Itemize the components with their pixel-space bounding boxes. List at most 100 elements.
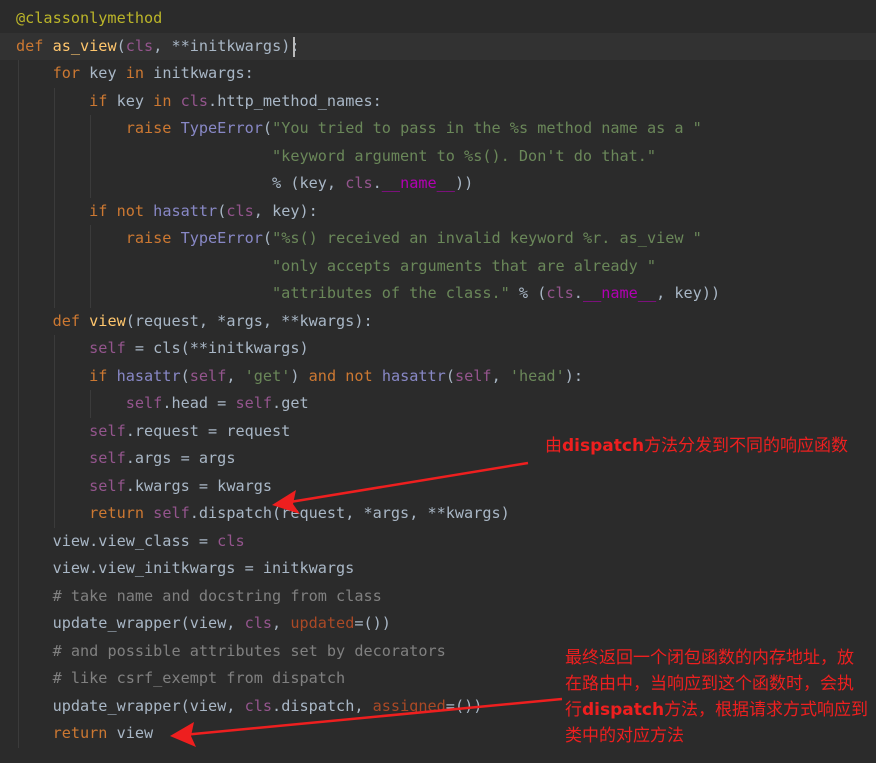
- code-token: .get: [272, 394, 309, 412]
- code-token: cls: [546, 284, 574, 302]
- code-line-text: "attributes of the class." % (cls.__name…: [16, 280, 720, 307]
- code-token: cls: [345, 174, 373, 192]
- code-token: TypeError: [180, 119, 263, 137]
- code-token: ,: [226, 366, 245, 385]
- code-token: ,: [153, 36, 172, 55]
- code-token: 'head': [509, 366, 565, 385]
- code-line[interactable]: self = cls(**initkwargs): [0, 335, 876, 362]
- code-token: (: [262, 119, 273, 137]
- code-token: self: [89, 449, 126, 467]
- code-line-text: # like csrf_exempt from dispatch: [16, 665, 346, 692]
- indent-guide: [90, 390, 91, 418]
- code-line-text: if hasattr(self, 'get') and not hasattr(…: [16, 363, 583, 390]
- indent-guide: [90, 225, 91, 308]
- code-token: (: [116, 36, 126, 55]
- code-line-text: self = cls(**initkwargs): [16, 335, 308, 362]
- code-line[interactable]: # take name and docstring from class: [0, 583, 876, 610]
- code-token: def: [52, 311, 90, 330]
- code-line[interactable]: if hasattr(self, 'get') and not hasattr(…: [0, 363, 876, 390]
- indent-guide: [54, 335, 55, 528]
- code-line[interactable]: "attributes of the class." % (cls.__name…: [0, 280, 876, 307]
- dispatch-note-keyword: dispatch: [562, 436, 645, 456]
- code-token: # and possible attributes set by decorat…: [52, 641, 446, 660]
- code-token: view.view_class =: [52, 531, 218, 550]
- code-line[interactable]: self.kwargs = kwargs: [0, 473, 876, 500]
- code-token: cls: [217, 531, 245, 550]
- code-line[interactable]: raise TypeError("%s() received an invali…: [0, 225, 876, 252]
- code-token: update_wrapper(view,: [52, 614, 245, 632]
- code-line-text: # take name and docstring from class: [16, 583, 382, 610]
- code-token: .kwargs = kwargs: [125, 476, 273, 495]
- code-token: initkwargs:: [153, 64, 254, 82]
- code-line[interactable]: for key in initkwargs:: [0, 60, 876, 87]
- code-token: if: [89, 366, 117, 385]
- code-line-text: "only accepts arguments that are already…: [16, 253, 656, 280]
- code-token: view: [89, 311, 126, 330]
- code-token: .dispatch,: [272, 696, 373, 715]
- code-line[interactable]: if key in cls.http_method_names:: [0, 88, 876, 115]
- dispatch-annotation: 由dispatch方法分发到不同的响应函数: [545, 433, 865, 459]
- code-token: as_view: [52, 36, 117, 55]
- code-token: ,: [272, 614, 291, 632]
- code-token: hasattr: [116, 366, 181, 385]
- code-token: initkwargs):: [189, 36, 300, 55]
- code-token: (: [180, 366, 190, 385]
- code-line[interactable]: view.view_initkwargs = initkwargs: [0, 555, 876, 582]
- code-token: self: [454, 366, 492, 385]
- code-line-text: def view(request, *args, **kwargs):: [16, 308, 373, 335]
- code-token: hasattr: [153, 201, 218, 220]
- code-line-text: raise TypeError("You tried to pass in th…: [16, 115, 702, 142]
- code-line[interactable]: def as_view(cls, **initkwargs):: [0, 32, 876, 60]
- code-line[interactable]: "only accepts arguments that are already…: [0, 253, 876, 280]
- code-token: (: [445, 366, 455, 385]
- code-line[interactable]: self.head = self.get: [0, 390, 876, 417]
- code-line[interactable]: % (key, cls.__name__)): [0, 170, 876, 197]
- code-token: , key):: [253, 201, 318, 220]
- code-line[interactable]: view.view_class = cls: [0, 528, 876, 555]
- code-token: (: [217, 201, 227, 220]
- code-line-text: self.head = self.get: [16, 390, 309, 417]
- code-line[interactable]: def view(request, *args, **kwargs):: [0, 308, 876, 335]
- code-token: self: [153, 504, 190, 522]
- code-line[interactable]: raise TypeError("You tried to pass in th…: [0, 115, 876, 142]
- code-line-text: if key in cls.http_method_names:: [16, 88, 382, 115]
- code-line[interactable]: @classonlymethod: [0, 5, 876, 32]
- code-token: self: [125, 394, 163, 412]
- code-token: cls: [244, 696, 273, 715]
- code-line-text: raise TypeError("%s() received an invali…: [16, 225, 702, 252]
- code-token: **: [171, 36, 190, 55]
- code-token: self: [89, 476, 126, 495]
- indent-guide: [54, 87, 55, 308]
- code-line-text: update_wrapper(view, cls.dispatch, assig…: [16, 693, 483, 720]
- code-token: assigned: [372, 696, 446, 715]
- code-line[interactable]: return self.dispatch(request, *args, **k…: [0, 500, 876, 527]
- dispatch-note-post: 方法分发到不同的响应函数: [644, 436, 849, 456]
- code-line[interactable]: "keyword argument to %s(). Don't do that…: [0, 143, 876, 170]
- code-token: return: [52, 724, 117, 742]
- code-token: and not: [308, 366, 382, 385]
- code-token: hasattr: [381, 366, 446, 385]
- code-token: # like csrf_exempt from dispatch: [52, 669, 346, 687]
- code-line[interactable]: update_wrapper(view, cls, updated=()): [0, 610, 876, 637]
- code-token: .request = request: [125, 421, 291, 440]
- code-token: key: [116, 91, 154, 110]
- code-token: "attributes of the class.": [272, 284, 510, 302]
- code-token: )): [454, 174, 474, 192]
- code-token: ): [290, 366, 309, 385]
- code-token: =()): [445, 696, 483, 715]
- code-editor[interactable]: @classonlymethod def as_view(cls, **initk…: [0, 0, 876, 763]
- code-token: % (: [509, 284, 547, 302]
- code-token: __name__: [381, 174, 455, 192]
- code-line[interactable]: if not hasattr(cls, key):: [0, 198, 876, 225]
- code-token: cls: [125, 36, 154, 55]
- code-line-text: # and possible attributes set by decorat…: [16, 638, 446, 665]
- code-token: __name__: [582, 284, 657, 302]
